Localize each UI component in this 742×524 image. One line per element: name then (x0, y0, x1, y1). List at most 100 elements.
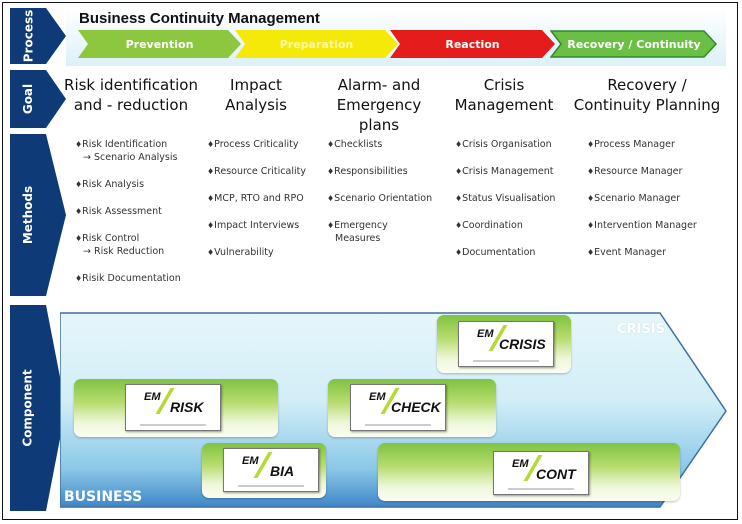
method-item: ♦Crisis Organisation (455, 138, 555, 151)
method-item: ♦Documentation (455, 246, 555, 259)
goal-crisis: Crisis Management (452, 75, 556, 115)
component-em-check[interactable]: EM CHECK (328, 379, 496, 437)
method-item: ♦Status Visualisation (455, 192, 555, 205)
goal-line: Crisis (483, 76, 525, 94)
method-item: ♦Responsibilities (327, 165, 432, 178)
phase-preparation: Preparation (235, 30, 398, 58)
logo-tagline (508, 488, 574, 490)
method-item: ♦Process Manager (587, 138, 697, 151)
methods-column-impact: ♦Process Criticality ♦Resource Criticali… (207, 138, 306, 273)
row-label-process: Process (21, 9, 35, 63)
phase-label: Preparation (279, 37, 354, 51)
row-label-component: Component (21, 369, 36, 447)
logo-tagline (238, 485, 304, 487)
method-item: ♦Risk Analysis (75, 178, 181, 191)
method-item: ♦Risik Documentation (75, 272, 181, 285)
method-text: Resource Criticality (214, 166, 306, 177)
method-text: Crisis Management (462, 166, 554, 177)
method-text: Scenario Orientation (334, 193, 433, 204)
method-item: ♦Intervention Manager (587, 219, 697, 232)
method-item: ♦Process Criticality (207, 138, 306, 151)
method-item: ♦Crisis Management (455, 165, 555, 178)
em-cont-logo: EM CONT (493, 451, 589, 495)
component-em-crisis[interactable]: EM CRISIS (437, 315, 571, 373)
phase-recovery: Recovery / Continuity (549, 30, 718, 58)
method-text: Documentation (462, 247, 536, 258)
goal-recovery: Recovery / Continuity Planning (572, 75, 722, 115)
goal-line: Alarm- and (337, 76, 421, 94)
row-tab-goal: Goal (10, 70, 66, 128)
em-crisis-logo: EM CRISIS (458, 321, 554, 367)
method-text: Risk Control (82, 233, 140, 244)
goal-line: Emergency plans (336, 96, 422, 134)
method-text: Risk Identification (82, 139, 168, 150)
method-text: Risik Documentation (82, 273, 181, 284)
goal-line: Management (454, 96, 554, 114)
method-item: ♦MCP, RTO and RPO (207, 192, 306, 205)
logo-tagline (365, 424, 431, 426)
row-label-methods: Methods (21, 185, 35, 245)
logo-tagline (140, 424, 206, 426)
row-tab-component: Component (10, 305, 66, 511)
method-item: ♦Event Manager (587, 246, 697, 259)
goal-alarm: Alarm- and Emergency plans (316, 75, 442, 135)
phase-label: Reaction (445, 37, 500, 51)
methods-column-recovery: ♦Process Manager ♦Resource Manager ♦Scen… (587, 138, 697, 273)
method-text: Vulnerability (214, 247, 274, 258)
diagram-title: Business Continuity Management (79, 10, 320, 27)
logo-prefix: EM (512, 458, 529, 470)
em-bia-logo: EM BIA (223, 448, 319, 492)
method-item: ♦Emergency Measures (327, 219, 432, 245)
em-check-logo: EM CHECK (350, 384, 446, 431)
goal-line: Impact (230, 76, 282, 94)
method-item: ♦Resource Criticality (207, 165, 306, 178)
method-item: ♦Scenario Orientation (327, 192, 432, 205)
method-subtext: Measures (335, 233, 381, 244)
component-em-bia[interactable]: EM BIA (202, 443, 326, 498)
em-risk-logo: EM RISK (125, 384, 221, 431)
logo-prefix: EM (477, 328, 494, 340)
method-item: ♦Vulnerability (207, 246, 306, 259)
method-text: Status Visualisation (462, 193, 556, 204)
component-em-cont[interactable]: EM CONT (378, 443, 680, 501)
zone-label-business: BUSINESS (64, 489, 143, 505)
logo-prefix: EM (369, 391, 386, 403)
component-em-risk[interactable]: EM RISK (74, 379, 278, 437)
logo-prefix: EM (144, 391, 161, 403)
method-text: Process Criticality (214, 139, 299, 150)
methods-column-alarm: ♦Checklists ♦Responsibilities ♦Scenario … (327, 138, 432, 259)
logo-product: CRISIS (499, 336, 546, 352)
logo-product: CONT (536, 466, 576, 482)
phase-label: Prevention (125, 37, 194, 51)
methods-column-risk: ♦Risk Identification → Scenario Analysis … (75, 138, 181, 299)
method-text: MCP, RTO and RPO (214, 193, 304, 204)
goal-risk: Risk identification and - reduction (64, 75, 198, 115)
row-tab-process: Process (10, 8, 66, 64)
row-label-goal: Goal (21, 83, 35, 115)
logo-prefix: EM (242, 455, 259, 467)
method-text: Event Manager (594, 247, 667, 258)
method-text: Crisis Organisation (462, 139, 552, 150)
goal-line: Recovery / (607, 76, 687, 94)
method-item: ♦Impact Interviews (207, 219, 306, 232)
method-item: ♦Checklists (327, 138, 432, 151)
method-subtext: → Risk Reduction (83, 246, 165, 257)
goal-line: and - reduction (73, 96, 189, 114)
method-item: ♦Resource Manager (587, 165, 697, 178)
goal-impact: Impact Analysis (210, 75, 302, 115)
phase-reaction: Reaction (390, 30, 555, 58)
goal-line: Continuity Planning (573, 96, 721, 114)
method-text: Checklists (334, 139, 383, 150)
method-text: Risk Assessment (82, 206, 162, 217)
method-text: Intervention Manager (594, 220, 697, 231)
method-item: ♦Risk Identification → Scenario Analysis (75, 138, 181, 164)
goal-line: Risk identification (64, 76, 198, 94)
logo-product: CHECK (391, 399, 441, 415)
method-item: ♦Risk Assessment (75, 205, 181, 218)
method-subtext: → Scenario Analysis (83, 152, 178, 163)
method-text: Responsibilities (334, 166, 408, 177)
method-text: Risk Analysis (82, 179, 145, 190)
method-text: Process Manager (594, 139, 675, 150)
method-text: Coordination (462, 220, 523, 231)
logo-tagline (473, 360, 539, 362)
